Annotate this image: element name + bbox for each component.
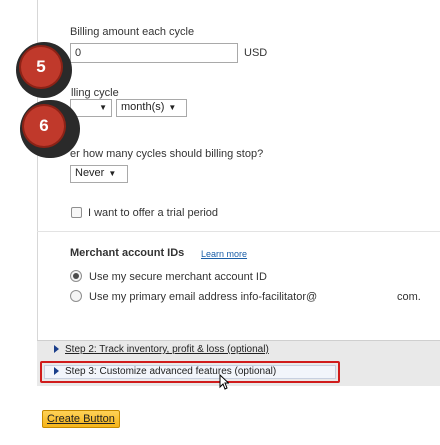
step-3-link[interactable]: Step 3: Customize advanced features (opt… xyxy=(54,366,276,377)
chevron-down-icon: ▼ xyxy=(108,169,117,178)
step-6-badge: 6 xyxy=(24,106,64,146)
billing-stop-label: er how many cycles should billing stop? xyxy=(70,148,264,160)
trial-checkbox[interactable] xyxy=(71,207,82,218)
billing-stop-select[interactable]: Never ▼ xyxy=(70,165,128,183)
divider xyxy=(37,231,440,232)
trial-label: I want to offer a trial period xyxy=(88,207,219,219)
expand-arrow-icon xyxy=(54,345,59,354)
learn-more-link[interactable]: Learn more xyxy=(201,249,247,259)
merchant-ids-title: Merchant account IDs xyxy=(70,247,185,259)
option-email-suffix: com. xyxy=(397,291,421,303)
mouse-pointer-icon xyxy=(219,374,229,390)
chevron-down-icon: ▼ xyxy=(168,103,177,112)
currency-label: USD xyxy=(244,47,268,59)
billing-amount-input[interactable]: 0 xyxy=(70,43,238,63)
option-email-label: Use my primary email address info-facili… xyxy=(89,291,318,303)
billing-amount-label: Billing amount each cycle xyxy=(70,26,195,38)
option-secure-label: Use my secure merchant account ID xyxy=(89,271,267,283)
create-button[interactable]: Create Button xyxy=(42,410,120,428)
step-2-link[interactable]: Step 2: Track inventory, profit & loss (… xyxy=(54,344,269,355)
chevron-down-icon: ▼ xyxy=(99,103,107,112)
radio-secure-merchant-id[interactable] xyxy=(70,270,82,282)
step-5-badge: 5 xyxy=(21,47,61,87)
billing-cycle-unit-select[interactable]: month(s) ▼ xyxy=(116,99,187,117)
expand-arrow-icon xyxy=(54,367,59,376)
billing-cycle-label: lling cycle xyxy=(71,87,119,99)
radio-email-address[interactable] xyxy=(70,290,82,302)
